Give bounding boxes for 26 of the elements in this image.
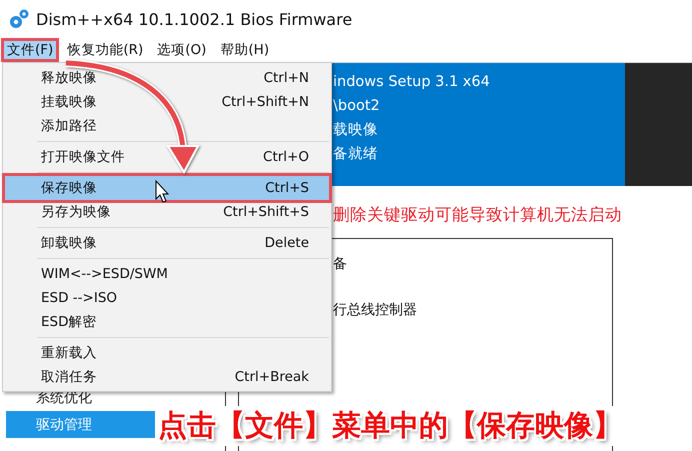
- image-info-text: 备就绪: [333, 145, 379, 164]
- menu-option[interactable]: 添加路径: [5, 114, 329, 138]
- menu-option[interactable]: ESD -->ISO: [5, 286, 329, 310]
- menu-option[interactable]: 卸载映像 Delete: [5, 231, 329, 255]
- menu-option[interactable]: 重新载入: [5, 341, 329, 365]
- image-info-text: 载映像: [333, 121, 379, 140]
- menu-option[interactable]: 保存映像 Ctrl+S: [5, 176, 329, 200]
- menu-item[interactable]: 帮助(H): [215, 39, 274, 61]
- menu-option[interactable]: 打开映像文件 Ctrl+O: [5, 145, 329, 169]
- gears-icon: [8, 8, 30, 30]
- image-info-text: indows Setup 3.1 x64: [333, 73, 491, 92]
- menu-option[interactable]: 释放映像 Ctrl+N: [5, 66, 329, 90]
- tree-item[interactable]: 行总线控制器: [333, 299, 612, 321]
- menu-item[interactable]: 恢复功能(R): [62, 39, 148, 61]
- menu-option[interactable]: 挂载映像 Ctrl+Shift+N: [5, 90, 329, 114]
- menu-option[interactable]: 另存为映像 Ctrl+Shift+S: [5, 200, 329, 224]
- menu-item[interactable]: 选项(O): [152, 39, 212, 61]
- warning-text: 删除关键驱动可能导致计算机无法启动: [333, 204, 622, 226]
- menu-item[interactable]: 文件(F): [2, 39, 58, 61]
- menu-option[interactable]: 取消任务 Ctrl+Break: [5, 365, 329, 389]
- tree-item[interactable]: 备: [333, 253, 612, 275]
- window-title: Dism++x64 10.1.1002.1 Bios Firmware: [36, 10, 352, 28]
- cursor-icon: [156, 180, 170, 203]
- menu-option[interactable]: ESD解密: [5, 310, 329, 334]
- menu-option[interactable]: WIM<-->ESD/SWM: [5, 262, 329, 286]
- image-info-text: \boot2: [333, 97, 381, 116]
